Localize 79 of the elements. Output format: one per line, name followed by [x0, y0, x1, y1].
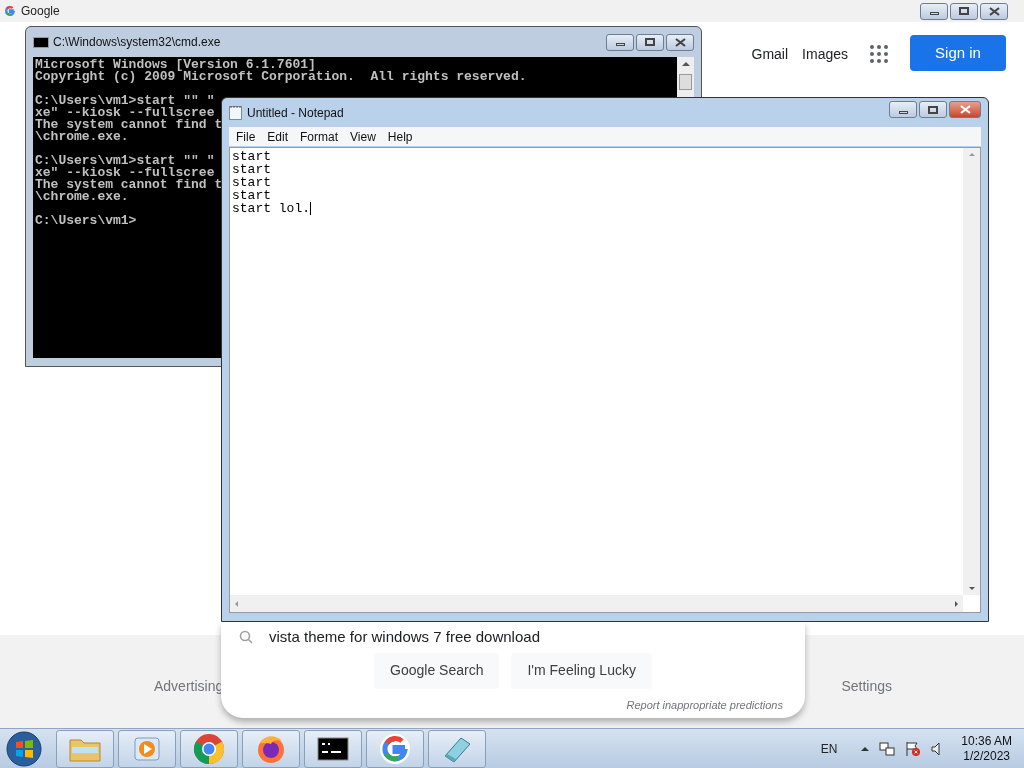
- windows-logo-icon: [6, 730, 42, 767]
- report-link[interactable]: Report inappropriate predictions: [626, 696, 783, 713]
- console-line: \chrome.exe.: [35, 131, 129, 143]
- close-button[interactable]: [949, 101, 981, 118]
- scroll-left-icon: [235, 600, 238, 607]
- console-line: C:\Users\vm1>start "" ": [35, 95, 215, 107]
- flag-icon[interactable]: [905, 740, 922, 757]
- google-icon: [4, 5, 16, 17]
- text-line: start: [232, 189, 271, 202]
- maximize-icon: [928, 105, 938, 114]
- menu-item[interactable]: Format: [295, 127, 344, 146]
- text-cursor: [310, 202, 311, 215]
- window-title: C:\Windows\system32\cmd.exe: [53, 34, 221, 51]
- maximize-icon: [959, 7, 969, 15]
- google-icon: [379, 732, 411, 765]
- minimize-icon: [898, 110, 908, 114]
- search-button[interactable]: Google Search: [374, 652, 500, 689]
- close-button[interactable]: [980, 2, 1008, 20]
- window-title: Google: [21, 3, 60, 20]
- console-line: C:\Users\vm1>start "" ": [35, 155, 215, 167]
- menu-item[interactable]: File: [231, 127, 261, 146]
- clock-time: 10:36 AM: [961, 733, 1012, 749]
- search-button[interactable]: I'm Feeling Lucky: [511, 652, 652, 689]
- text-line: start lol.: [232, 202, 311, 215]
- speaker-icon[interactable]: [931, 741, 942, 756]
- menu-item[interactable]: Help: [382, 127, 418, 146]
- console-line: Microsoft Windows [Version 6.1.7601]: [35, 59, 316, 71]
- language-indicator[interactable]: EN: [820, 739, 838, 758]
- console-line: xe" --kiosk --fullscree: [35, 167, 215, 179]
- minimize-button[interactable]: [606, 33, 634, 51]
- close-icon: [988, 6, 1000, 16]
- scroll-up-icon: [681, 62, 690, 66]
- network-icon[interactable]: [879, 740, 896, 757]
- minimize-icon: [615, 43, 625, 46]
- menu-item[interactable]: View: [345, 127, 381, 146]
- clock-date: 1/2/2023: [963, 748, 1010, 764]
- maximize-icon: [645, 38, 655, 46]
- taskbar-button[interactable]: [304, 729, 362, 768]
- scroll-up-icon: [968, 153, 975, 156]
- minimize-icon: [929, 12, 939, 15]
- chrome-icon: [193, 732, 225, 765]
- console-line: xe" --kiosk --fullscree: [35, 107, 215, 119]
- console-icon: [317, 736, 349, 761]
- scroll-right-icon: [955, 600, 958, 607]
- console-line: The system cannot find t: [35, 119, 223, 131]
- window-title: Untitled - Notepad: [247, 104, 344, 122]
- text-line: start: [232, 150, 271, 163]
- console-line: \chrome.exe.: [35, 191, 129, 203]
- minimize-button[interactable]: [920, 2, 948, 20]
- maximize-button[interactable]: [950, 2, 978, 20]
- search-icon: [239, 630, 253, 645]
- search-suggestion[interactable]: vista theme for windows 7 free download: [269, 626, 540, 649]
- scrollbar-thumb[interactable]: [679, 74, 692, 90]
- maximize-button[interactable]: [919, 101, 947, 118]
- header-link[interactable]: Images: [802, 44, 848, 65]
- apps-grid-icon[interactable]: [870, 45, 888, 63]
- minimize-button[interactable]: [889, 101, 917, 118]
- sign-in-button[interactable]: Sign in: [910, 35, 1006, 71]
- footer-link[interactable]: Advertising: [154, 676, 224, 697]
- text-line: start: [232, 163, 271, 176]
- footer-link[interactable]: Settings: [841, 676, 892, 697]
- text-line: start: [232, 176, 271, 189]
- console-line: C:\Users\vm1>: [35, 215, 137, 227]
- horizontal-scrollbar[interactable]: [230, 595, 963, 612]
- close-icon: [959, 105, 971, 114]
- clock[interactable]: 10:36 AM 1/2/2023: [961, 733, 1012, 764]
- header-link[interactable]: Gmail: [751, 44, 789, 65]
- menu-item[interactable]: Edit: [262, 127, 294, 146]
- console-line: The system cannot find t: [35, 179, 223, 191]
- show-hidden-icons-icon[interactable]: [861, 746, 870, 751]
- console-icon: [33, 36, 49, 48]
- taskbar-button[interactable]: [242, 729, 300, 768]
- close-icon: [674, 37, 686, 47]
- close-button[interactable]: [666, 33, 694, 51]
- scroll-down-icon: [968, 587, 975, 590]
- media-player-icon: [132, 734, 162, 763]
- maximize-button[interactable]: [636, 33, 664, 51]
- vertical-scrollbar[interactable]: [963, 148, 980, 595]
- console-line: Copyright (c) 2009 Microsoft Corporation. All rights reserved.: [35, 71, 527, 83]
